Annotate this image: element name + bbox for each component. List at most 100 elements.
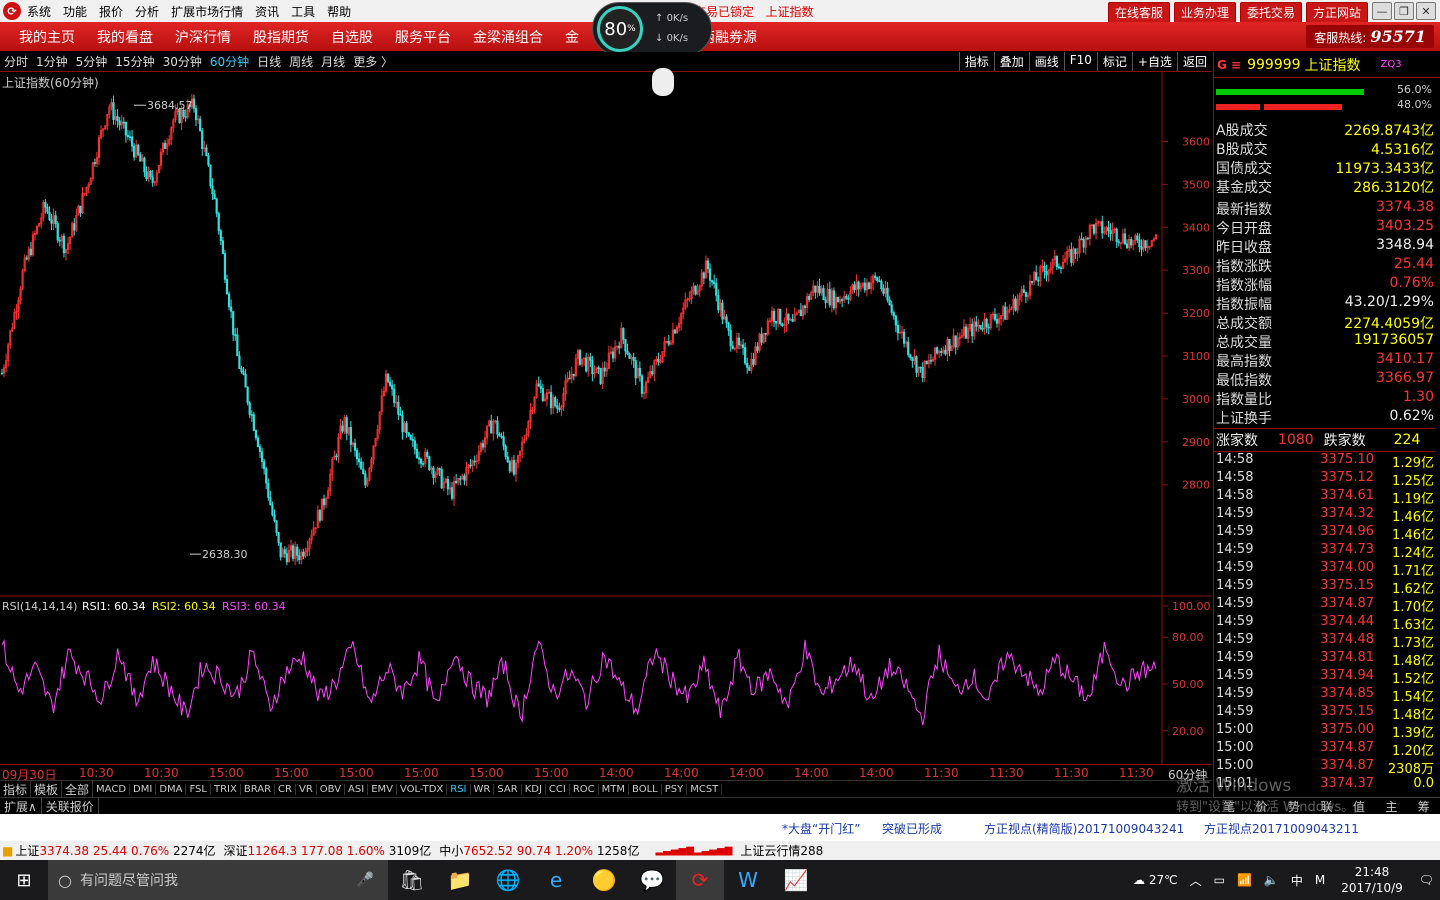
menu-news[interactable]: 资讯 [255,3,279,20]
nav-portfolio[interactable]: 金梁涌组合 [462,27,554,47]
tf-5min[interactable]: 5分钟 [72,53,112,70]
market-summary[interactable]: 上证3374.38 25.44 0.76% 2274亿 [15,842,215,859]
nav-my-view[interactable]: 我的看盘 [86,27,164,47]
tf-monthly[interactable]: 月线 [317,53,349,70]
tf-15min[interactable]: 15分钟 [111,53,158,70]
sidebar-tab[interactable]: 主 [1385,798,1397,814]
indicator-tab[interactable]: CCI [546,783,570,795]
nav-futures[interactable]: 股指期货 [242,27,320,47]
search-box[interactable]: ○ 有问题尽管问我 🎤 [48,860,388,900]
nav-gold[interactable]: 金 [554,27,590,47]
notification-icon[interactable]: 🗨 [1419,873,1434,887]
indicator-tab[interactable]: ROC [570,783,599,795]
news-link[interactable]: 方正视点(精简版)20171009043241 [984,820,1184,837]
indicator-tab[interactable]: PSY [662,783,688,795]
edge-icon[interactable]: e [532,860,580,900]
menu-system[interactable]: 系统 [27,3,51,20]
store-icon[interactable]: 🛍 [388,860,436,900]
tool-back[interactable]: 返回 [1176,52,1212,71]
word-icon[interactable]: W [724,860,772,900]
indicator-tab[interactable]: WR [471,783,495,795]
indicator-tab[interactable]: DMI [130,783,157,795]
price-chart[interactable]: 上证指数(60分钟) 2800 2900 3000 3100 3200 3300 3400 35… [0,72,1212,764]
stock-app-icon[interactable]: ⟳ [676,860,724,900]
related-quote-tab[interactable]: 关联报价 [42,798,99,814]
indicator-tab[interactable]: CR [275,783,296,795]
sidebar-tab[interactable]: 值 [1353,798,1365,814]
battery-icon[interactable]: ▭ [1214,873,1225,887]
news-link[interactable]: *大盘“开门红” [782,820,860,837]
indicator-tab[interactable]: 指标 [0,780,32,798]
indicator-tab[interactable]: SAR [494,783,522,795]
website-button[interactable]: 方正网站 [1305,2,1368,23]
menu-analysis[interactable]: 分析 [135,3,159,20]
tool-mark[interactable]: 标记 [1096,52,1132,71]
business-button[interactable]: 业务办理 [1173,2,1236,23]
sidebar-tab[interactable]: 筹 [1418,798,1430,814]
start-icon[interactable]: ⊞ [0,860,48,900]
chart-app-icon[interactable]: 📈 [772,860,820,900]
nav-service[interactable]: 服务平台 [384,27,462,47]
indicator-tab[interactable]: 模板 [31,780,63,798]
tf-intraday[interactable]: 分时 [0,53,32,70]
indicator-tab[interactable]: VR [296,783,317,795]
nav-home[interactable]: 我的主页 [8,27,86,47]
chart-canvas[interactable]: 上证指数(60分钟) 2800 2900 3000 3100 3200 3300 3400 35… [0,72,1212,764]
market-summary[interactable]: 深证11264.3 177.08 1.60% 3109亿 [224,842,432,859]
close-icon[interactable]: ✕ [1416,2,1436,20]
market-summary[interactable]: 中小7652.52 90.74 1.20% 1258亿 [439,842,639,859]
tool-overlay[interactable]: 叠加 [993,52,1029,71]
menu-tools[interactable]: 工具 [291,3,315,20]
trade-button[interactable]: 委托交易 [1239,2,1302,23]
restore-icon[interactable]: ❐ [1394,2,1414,20]
nav-hs-market[interactable]: 沪深行情 [164,27,242,47]
menu-function[interactable]: 功能 [63,3,87,20]
tf-weekly[interactable]: 周线 [285,53,317,70]
indicator-tab[interactable]: 全部 [62,780,94,798]
tool-draw[interactable]: 画线 [1028,52,1064,71]
indicator-tab[interactable]: BOLL [629,783,662,795]
tf-30min[interactable]: 30分钟 [159,53,206,70]
clock[interactable]: 21:48 2017/10/9 [1341,864,1403,896]
tool-f10[interactable]: F10 [1063,52,1097,71]
menu-help[interactable]: 帮助 [327,3,351,20]
tray-up-icon[interactable]: ︿ [1190,872,1202,889]
indicator-tab[interactable]: MACD [93,783,131,795]
wifi-icon[interactable]: 📶 [1237,873,1252,887]
news-link[interactable]: 突破已形成 [882,820,942,837]
wechat-icon[interactable]: 💬 [628,860,676,900]
tf-1min[interactable]: 1分钟 [32,53,72,70]
ext-toggle[interactable]: 扩展∧ [0,798,42,814]
minimize-icon[interactable]: — [1372,2,1392,20]
indicator-tab[interactable]: MCST [687,783,723,795]
online-service-button[interactable]: 在线客服 [1107,2,1170,23]
speed-widget[interactable]: 80% ↑ 0K/s ↓ 0K/s [592,2,712,56]
indicator-tab[interactable]: MTM [599,783,630,795]
browser-icon[interactable]: 🌐 [484,860,532,900]
tool-indicator[interactable]: 指标 [958,52,994,71]
indicator-tab[interactable]: EMV [368,783,397,795]
indicator-tab[interactable]: OBV [317,783,346,795]
ime-indicator[interactable]: 中 [1291,872,1303,889]
cloud-quote[interactable]: 上证云行情288 [740,842,823,859]
indicator-tab[interactable]: DMA [156,783,187,795]
indicator-tab[interactable]: VOL-TDX [397,783,448,795]
nav-watchlist[interactable]: 自选股 [320,27,384,47]
volume-icon[interactable]: 🔈 [1264,873,1279,887]
folder-icon[interactable]: 📁 [436,860,484,900]
news-link[interactable]: 方正视点20171009043211 [1204,820,1359,837]
menu-ext-market[interactable]: 扩展市场行情 [171,3,243,20]
tf-more[interactable]: 更多 〉 [349,53,397,70]
app-icon[interactable]: 🟡 [580,860,628,900]
tool-add-watch[interactable]: +自选 [1131,52,1177,71]
indicator-tab[interactable]: FSL [186,783,211,795]
indicator-tab[interactable]: KDJ [522,783,546,795]
weather-icon[interactable]: ☁ 27℃ [1133,873,1178,887]
ime-mode-icon[interactable]: M [1315,873,1325,887]
tf-daily[interactable]: 日线 [253,53,285,70]
indicator-tab[interactable]: ASI [345,783,369,795]
indicator-tab[interactable]: TRIX [211,783,241,795]
tf-60min[interactable]: 60分钟 [206,53,253,70]
indicator-tab[interactable]: RSI [447,783,471,795]
indicator-tab[interactable]: BRAR [241,783,276,795]
